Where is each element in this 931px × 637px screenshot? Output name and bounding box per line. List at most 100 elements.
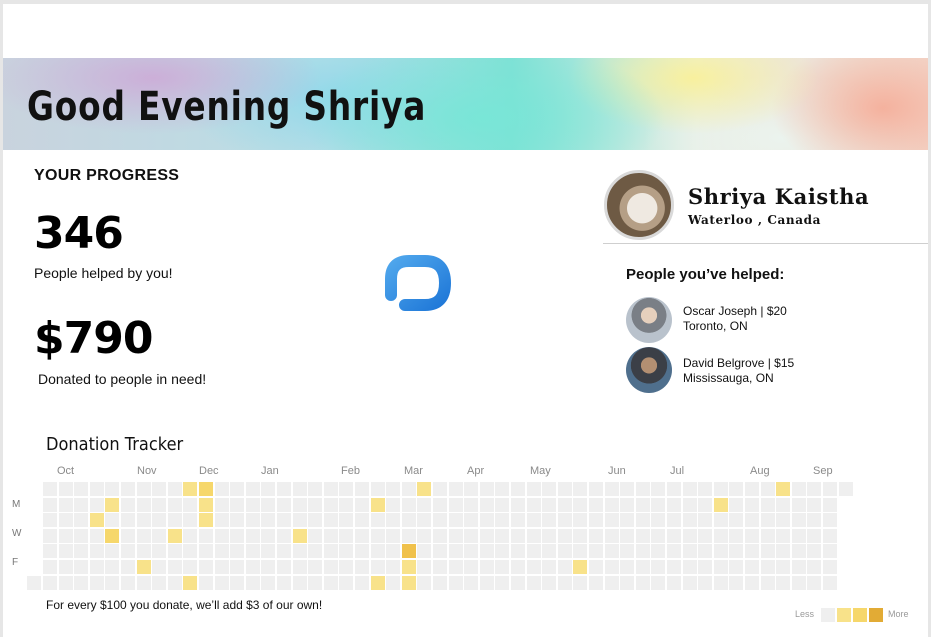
tracker-day-cell[interactable] — [823, 482, 837, 496]
tracker-day-cell[interactable] — [308, 498, 322, 512]
tracker-day-cell[interactable] — [293, 482, 307, 496]
tracker-day-cell[interactable] — [339, 544, 353, 558]
tracker-day-cell[interactable] — [121, 529, 135, 543]
tracker-day-cell[interactable] — [121, 560, 135, 574]
tracker-day-cell[interactable] — [620, 560, 634, 574]
tracker-day-cell[interactable] — [761, 560, 775, 574]
tracker-day-cell[interactable] — [495, 544, 509, 558]
tracker-day-cell[interactable] — [792, 482, 806, 496]
tracker-day-cell[interactable] — [527, 513, 541, 527]
tracker-day-cell[interactable] — [324, 513, 338, 527]
tracker-day-cell[interactable] — [230, 513, 244, 527]
tracker-day-cell[interactable] — [152, 560, 166, 574]
tracker-day-cell[interactable] — [43, 498, 57, 512]
tracker-day-cell[interactable] — [230, 498, 244, 512]
tracker-day-cell[interactable] — [542, 482, 556, 496]
tracker-day-cell[interactable] — [823, 576, 837, 590]
tracker-day-cell[interactable] — [43, 482, 57, 496]
tracker-day-cell[interactable] — [495, 482, 509, 496]
tracker-day-cell[interactable] — [43, 544, 57, 558]
tracker-day-cell[interactable] — [651, 576, 665, 590]
tracker-day-cell[interactable] — [776, 560, 790, 574]
tracker-day-cell[interactable] — [776, 482, 790, 496]
tracker-day-cell[interactable] — [339, 529, 353, 543]
tracker-day-cell[interactable] — [823, 498, 837, 512]
tracker-day-cell[interactable] — [698, 544, 712, 558]
tracker-day-cell[interactable] — [183, 513, 197, 527]
tracker-day-cell[interactable] — [152, 482, 166, 496]
tracker-day-cell[interactable] — [90, 576, 104, 590]
tracker-day-cell[interactable] — [776, 576, 790, 590]
tracker-day-cell[interactable] — [355, 482, 369, 496]
tracker-day-cell[interactable] — [495, 560, 509, 574]
tracker-day-cell[interactable] — [386, 576, 400, 590]
tracker-day-cell[interactable] — [168, 576, 182, 590]
tracker-day-cell[interactable] — [683, 513, 697, 527]
tracker-day-cell[interactable] — [308, 529, 322, 543]
tracker-day-cell[interactable] — [542, 576, 556, 590]
tracker-day-cell[interactable] — [527, 576, 541, 590]
tracker-day-cell[interactable] — [168, 560, 182, 574]
tracker-day-cell[interactable] — [558, 529, 572, 543]
tracker-day-cell[interactable] — [324, 529, 338, 543]
tracker-day-cell[interactable] — [761, 576, 775, 590]
tracker-day-cell[interactable] — [589, 498, 603, 512]
tracker-day-cell[interactable] — [105, 513, 119, 527]
tracker-day-cell[interactable] — [729, 576, 743, 590]
tracker-day-cell[interactable] — [729, 544, 743, 558]
tracker-day-cell[interactable] — [433, 529, 447, 543]
tracker-day-cell[interactable] — [137, 576, 151, 590]
tracker-day-cell[interactable] — [667, 576, 681, 590]
tracker-day-cell[interactable] — [605, 544, 619, 558]
tracker-day-cell[interactable] — [121, 513, 135, 527]
tracker-day-cell[interactable] — [277, 544, 291, 558]
tracker-day-cell[interactable] — [386, 498, 400, 512]
tracker-day-cell[interactable] — [168, 513, 182, 527]
tracker-day-cell[interactable] — [199, 544, 213, 558]
tracker-day-cell[interactable] — [589, 513, 603, 527]
tracker-day-cell[interactable] — [683, 498, 697, 512]
tracker-day-cell[interactable] — [183, 560, 197, 574]
tracker-day-cell[interactable] — [277, 560, 291, 574]
tracker-day-cell[interactable] — [573, 498, 587, 512]
tracker-day-cell[interactable] — [261, 560, 275, 574]
tracker-day-cell[interactable] — [480, 560, 494, 574]
tracker-day-cell[interactable] — [807, 560, 821, 574]
tracker-day-cell[interactable] — [745, 544, 759, 558]
tracker-day-cell[interactable] — [371, 498, 385, 512]
tracker-day-cell[interactable] — [324, 560, 338, 574]
tracker-day-cell[interactable] — [620, 513, 634, 527]
tracker-day-cell[interactable] — [527, 529, 541, 543]
tracker-day-cell[interactable] — [542, 498, 556, 512]
tracker-day-cell[interactable] — [651, 544, 665, 558]
tracker-day-cell[interactable] — [636, 544, 650, 558]
tracker-day-cell[interactable] — [121, 482, 135, 496]
tracker-day-cell[interactable] — [59, 513, 73, 527]
tracker-day-cell[interactable] — [371, 576, 385, 590]
tracker-day-cell[interactable] — [823, 560, 837, 574]
tracker-day-cell[interactable] — [792, 560, 806, 574]
tracker-day-cell[interactable] — [90, 498, 104, 512]
tracker-day-cell[interactable] — [667, 529, 681, 543]
tracker-day-cell[interactable] — [152, 576, 166, 590]
tracker-day-cell[interactable] — [605, 482, 619, 496]
tracker-day-cell[interactable] — [667, 482, 681, 496]
tracker-day-cell[interactable] — [183, 576, 197, 590]
tracker-day-cell[interactable] — [807, 529, 821, 543]
tracker-day-cell[interactable] — [480, 529, 494, 543]
tracker-day-cell[interactable] — [74, 482, 88, 496]
tracker-day-cell[interactable] — [59, 544, 73, 558]
tracker-day-cell[interactable] — [714, 529, 728, 543]
tracker-day-cell[interactable] — [667, 560, 681, 574]
tracker-day-cell[interactable] — [636, 482, 650, 496]
tracker-day-cell[interactable] — [183, 482, 197, 496]
tracker-day-cell[interactable] — [355, 498, 369, 512]
tracker-day-cell[interactable] — [745, 513, 759, 527]
tracker-day-cell[interactable] — [183, 529, 197, 543]
tracker-day-cell[interactable] — [199, 560, 213, 574]
tracker-day-cell[interactable] — [792, 513, 806, 527]
tracker-day-cell[interactable] — [43, 513, 57, 527]
tracker-day-cell[interactable] — [480, 498, 494, 512]
tracker-day-cell[interactable] — [527, 544, 541, 558]
tracker-day-cell[interactable] — [168, 498, 182, 512]
